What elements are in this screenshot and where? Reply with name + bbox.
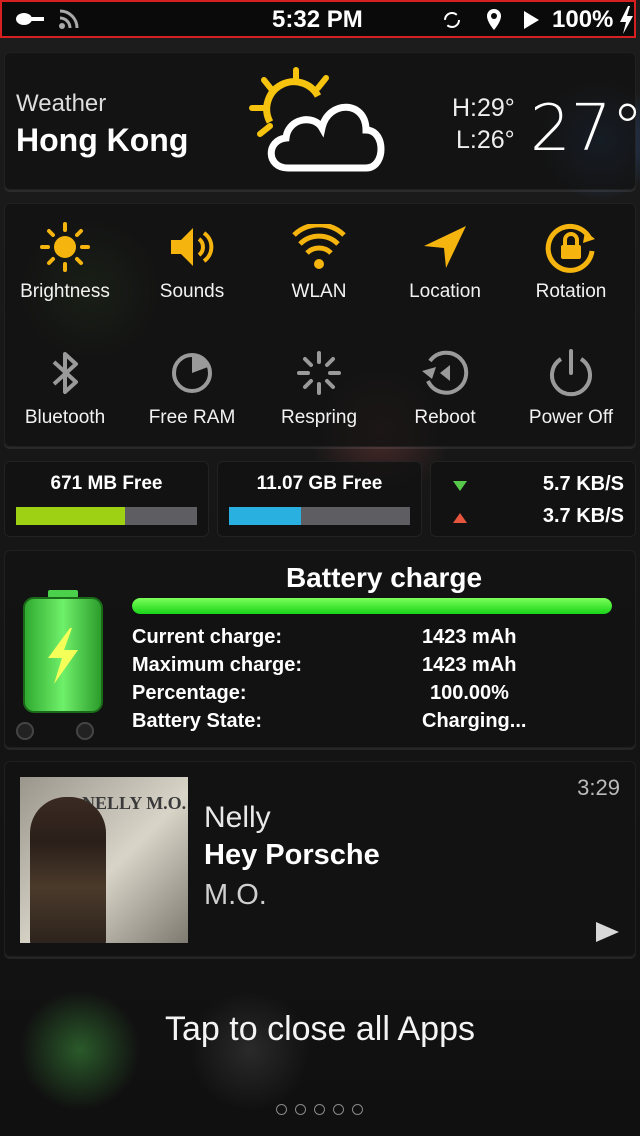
toggle-power-off-label: Power Off [528, 407, 614, 428]
upload-speed: 3.7 KB/S [542, 505, 624, 527]
toggle-sounds[interactable]: Sounds [137, 217, 247, 303]
bluetooth-icon [52, 352, 78, 394]
page-dot [76, 722, 94, 740]
battery-percentage-value: 100.00% [430, 682, 509, 704]
music-time: 3:29 [577, 775, 620, 800]
status-time: 5:32 PM [272, 6, 363, 33]
toggle-power-off[interactable]: Power Off [516, 343, 626, 429]
sync-icon [444, 12, 460, 28]
battery-percentage: 100% [552, 6, 614, 33]
download-arrow-icon [453, 481, 467, 491]
music-album: M.O. [204, 879, 267, 911]
page-indicator [276, 1104, 363, 1115]
toggle-bluetooth[interactable]: Bluetooth [10, 343, 120, 429]
battery-current-label: Current charge: [132, 626, 283, 648]
toggle-free-ram-label: Free RAM [148, 407, 236, 428]
storage-bar-fill [229, 507, 302, 525]
bolt-icon [620, 6, 633, 34]
storage-bar [229, 507, 410, 525]
battery-panel: Battery charge Current charge: 1423 mAh … [4, 550, 636, 748]
close-all-apps-button[interactable]: Tap to close all Apps [0, 1010, 640, 1049]
toggles-panel: Brightness Sounds WLAN Location Rotation [4, 203, 636, 447]
weather-temperature: 27° [530, 92, 640, 166]
status-bar: 5:32 PM 100% [0, 0, 636, 38]
toggle-location[interactable]: Location [390, 217, 500, 303]
storage-free-label: 11.07 GB Free [256, 473, 383, 494]
toggle-brightness[interactable]: Brightness [10, 217, 120, 303]
battery-max-label: Maximum charge: [132, 654, 303, 676]
battery-bar [132, 598, 612, 614]
cover-figure [30, 797, 106, 943]
ram-bar [16, 507, 197, 525]
toggle-reboot-label: Reboot [414, 407, 476, 428]
toggle-bluetooth-label: Bluetooth [24, 407, 106, 428]
wifi-icon [59, 9, 79, 29]
weather-city: Hong Kong [16, 122, 189, 158]
toggle-respring[interactable]: Respring [264, 343, 374, 429]
toggle-reboot[interactable]: Reboot [390, 343, 500, 429]
reboot-icon [422, 350, 469, 395]
power-icon [550, 349, 592, 397]
battery-max-value: 1423 mAh [422, 654, 517, 676]
speaker-icon [171, 228, 214, 266]
toggle-free-ram[interactable]: Free RAM [137, 343, 247, 429]
sun-icon [40, 222, 90, 272]
spoon-icon [16, 13, 44, 25]
upload-arrow-icon [453, 513, 467, 523]
location-pin-icon [487, 9, 501, 30]
sun-cloud-icon [249, 67, 385, 172]
music-song: Hey Porsche [204, 839, 380, 871]
page-dot [16, 722, 34, 740]
battery-state-label: Battery State: [132, 710, 263, 732]
battery-state-value: Charging... [422, 710, 527, 732]
wifi-icon [292, 224, 346, 269]
battery-title: Battery charge [285, 562, 483, 593]
play-icon [524, 11, 539, 29]
weather-label: Weather [16, 90, 107, 117]
toggle-rotation[interactable]: Rotation [516, 217, 626, 303]
music-panel[interactable]: NELLY M.O. 3:29 Nelly Hey Porsche M.O. [4, 761, 636, 957]
location-arrow-icon [424, 226, 466, 268]
rotation-lock-icon [545, 223, 595, 273]
toggle-sounds-label: Sounds [159, 281, 225, 302]
toggle-wlan-label: WLAN [291, 281, 347, 302]
weather-high: H:29° [452, 94, 515, 122]
network-widget: 5.7 KB/S 3.7 KB/S [430, 461, 636, 537]
play-icon[interactable] [594, 921, 620, 943]
ram-pie-icon [172, 353, 212, 393]
battery-current-value: 1423 mAh [422, 626, 517, 648]
album-cover[interactable]: NELLY M.O. [20, 777, 188, 943]
download-speed: 5.7 KB/S [542, 473, 624, 495]
ram-widget[interactable]: 671 MB Free [4, 461, 209, 537]
spinner-icon [297, 351, 341, 395]
battery-bar-fill [132, 598, 612, 614]
battery-charging-icon [23, 590, 103, 713]
toggle-rotation-label: Rotation [535, 281, 607, 302]
weather-panel[interactable]: Weather Hong Kong H:29° L:26° 27° [4, 52, 640, 190]
toggle-wlan[interactable]: WLAN [264, 217, 374, 303]
music-artist: Nelly [204, 801, 271, 834]
weather-low: L:26° [456, 126, 515, 154]
toggle-respring-label: Respring [280, 407, 358, 428]
toggle-brightness-label: Brightness [20, 281, 110, 302]
storage-widget[interactable]: 11.07 GB Free [217, 461, 422, 537]
ram-free-label: 671 MB Free [50, 473, 163, 494]
battery-percentage-label: Percentage: [132, 682, 247, 704]
ram-bar-fill [16, 507, 125, 525]
toggle-location-label: Location [409, 281, 481, 302]
